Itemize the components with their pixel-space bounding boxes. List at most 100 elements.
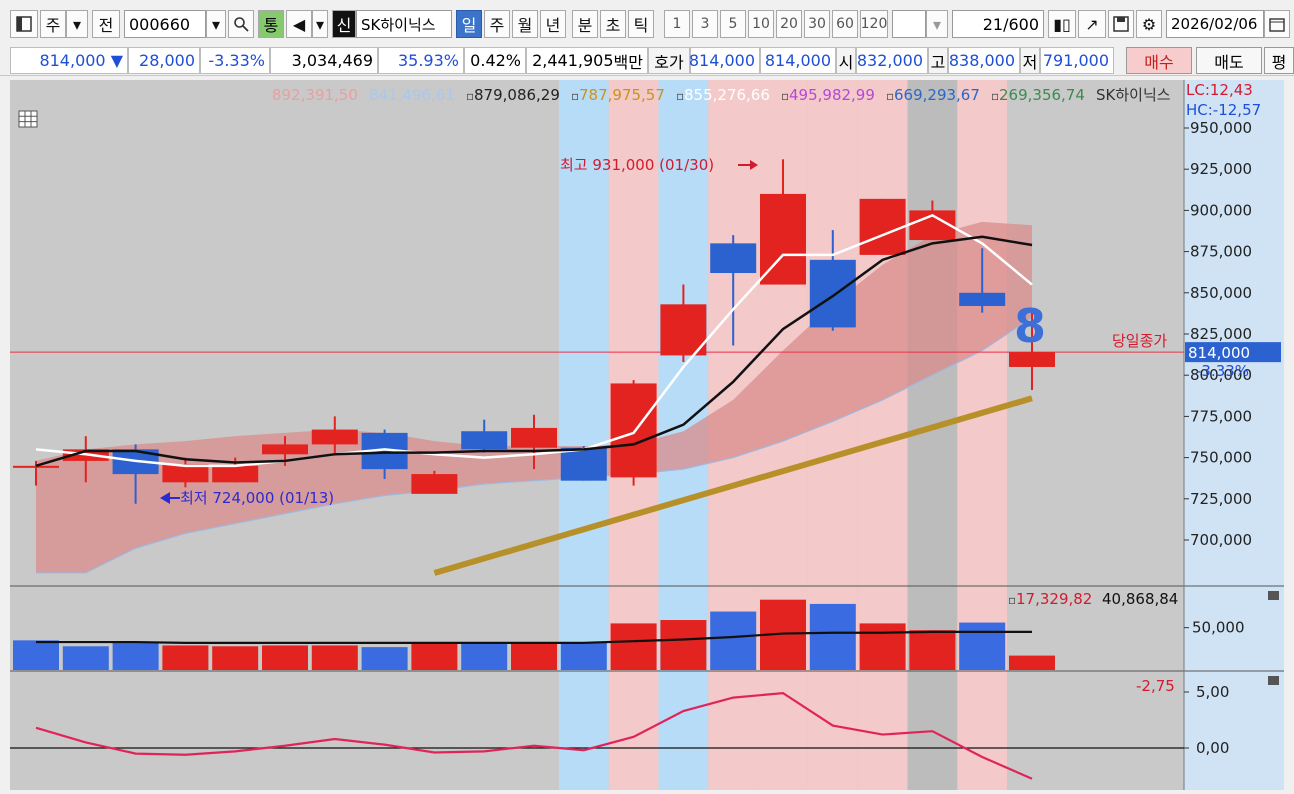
interval-10[interactable]: 10 bbox=[748, 10, 774, 38]
period-dropdown-button[interactable]: ▾ bbox=[66, 10, 88, 38]
volume-bar[interactable] bbox=[112, 642, 159, 670]
credit-badge[interactable]: 신 bbox=[332, 10, 356, 38]
interval-30[interactable]: 30 bbox=[804, 10, 830, 38]
stock-code-input[interactable]: 000660 bbox=[124, 10, 206, 38]
volume-bar[interactable] bbox=[461, 643, 508, 670]
legend-marker: ▫ bbox=[991, 89, 999, 103]
candle-body[interactable] bbox=[511, 427, 557, 448]
candle-body[interactable] bbox=[212, 465, 259, 483]
candle-body[interactable] bbox=[13, 465, 59, 468]
interval-1[interactable]: 1 bbox=[664, 10, 690, 38]
eval-button[interactable]: 평 bbox=[1264, 47, 1294, 74]
interval-20[interactable]: 20 bbox=[776, 10, 802, 38]
change-value: 28,000 bbox=[139, 51, 195, 70]
buy-button[interactable]: 매수 bbox=[1126, 47, 1192, 74]
interval-label: 30 bbox=[808, 16, 826, 32]
volume-bar[interactable] bbox=[1009, 655, 1055, 670]
window-icon[interactable] bbox=[10, 10, 38, 38]
low-label-text: 저 bbox=[1022, 52, 1038, 72]
volume-bar[interactable] bbox=[610, 623, 657, 670]
candle-body[interactable] bbox=[262, 444, 308, 455]
volume-bar[interactable] bbox=[511, 643, 557, 670]
volume-bar[interactable] bbox=[212, 646, 259, 670]
period-select[interactable]: 주 bbox=[40, 10, 66, 38]
candle-body[interactable] bbox=[959, 292, 1006, 306]
volume-bar[interactable] bbox=[909, 630, 956, 670]
volume-bar[interactable] bbox=[311, 645, 358, 670]
calendar-button[interactable] bbox=[1264, 10, 1290, 38]
volume-bar[interactable] bbox=[411, 642, 458, 670]
search-icon bbox=[234, 17, 249, 32]
period-tab-tick[interactable]: 틱 bbox=[628, 10, 654, 38]
volume-bar[interactable] bbox=[62, 646, 109, 670]
grid-icon[interactable] bbox=[18, 110, 38, 128]
candle-body[interactable] bbox=[461, 431, 508, 450]
interval-label: 60 bbox=[836, 16, 854, 32]
interval-120[interactable]: 120 bbox=[860, 10, 888, 38]
pane-close-icon[interactable] bbox=[1268, 676, 1279, 685]
candle-body[interactable] bbox=[809, 259, 856, 328]
candle-body[interactable] bbox=[311, 429, 358, 445]
save-button[interactable] bbox=[1108, 10, 1134, 38]
open-price: 832,000 bbox=[856, 47, 928, 74]
calendar-icon bbox=[1269, 18, 1285, 32]
chart-area[interactable]: 당일종가 892,391,50 841,496,61 ▫ 879,086,29 ▫ 787,… bbox=[10, 80, 1284, 790]
layout-icon bbox=[16, 16, 32, 32]
candle-body[interactable] bbox=[859, 198, 906, 255]
indicator-button[interactable]: ▮▯ bbox=[1048, 10, 1076, 38]
legend-value: SK하이닉스 bbox=[1096, 86, 1171, 104]
open-label-text: 시 bbox=[838, 52, 854, 72]
legend-value: 669,293,67 bbox=[894, 86, 980, 104]
period-tab-week[interactable]: 주 bbox=[484, 10, 510, 38]
period-tab-day[interactable]: 일 bbox=[456, 10, 482, 38]
candle-body[interactable] bbox=[560, 447, 607, 481]
sound-button[interactable]: ◀︎ bbox=[286, 10, 312, 38]
candle-body[interactable] bbox=[710, 243, 757, 274]
volume-bar[interactable] bbox=[162, 645, 209, 670]
interval-custom-input[interactable] bbox=[892, 10, 926, 38]
volume-bar[interactable] bbox=[560, 642, 607, 670]
candle-body[interactable] bbox=[610, 383, 657, 478]
vol-ratio-value: 35.93% bbox=[397, 51, 459, 70]
volume-bar[interactable] bbox=[809, 603, 856, 670]
volume-bar[interactable] bbox=[660, 620, 707, 670]
close-price-tag-label: 814,000 bbox=[1188, 344, 1250, 362]
stock-name-field[interactable]: SK하이닉스 bbox=[356, 10, 452, 38]
interval-dropdown-button[interactable]: ▾ bbox=[926, 10, 948, 38]
stock-chart[interactable]: 당일종가892,391,50 841,496,61 ▫ 879,086,29 ▫ 787,… bbox=[10, 80, 1284, 790]
candle-body[interactable] bbox=[1009, 352, 1055, 367]
volume-bar[interactable] bbox=[959, 622, 1006, 670]
period-tab-second[interactable]: 초 bbox=[600, 10, 626, 38]
low-price: 791,000 bbox=[1040, 47, 1114, 74]
volume-bar[interactable] bbox=[859, 623, 906, 670]
trend-tool-button[interactable]: ↗ bbox=[1078, 10, 1106, 38]
amount-unit: 백만 bbox=[613, 52, 643, 72]
stock-name: SK하이닉스 bbox=[361, 15, 436, 34]
price-tick-label: 700,000 bbox=[1190, 531, 1252, 549]
search-button[interactable] bbox=[228, 10, 254, 38]
period-tab-year[interactable]: 년 bbox=[540, 10, 566, 38]
volume-bar[interactable] bbox=[361, 647, 408, 670]
interval-5[interactable]: 5 bbox=[720, 10, 746, 38]
volume-legend-value: 17,329,82 bbox=[1016, 590, 1092, 608]
high-price: 838,000 bbox=[948, 47, 1020, 74]
type-button[interactable]: 통 bbox=[258, 10, 284, 38]
volume-bar[interactable] bbox=[262, 645, 308, 670]
period-tab-minute[interactable]: 분 bbox=[572, 10, 598, 38]
interval-60[interactable]: 60 bbox=[832, 10, 858, 38]
settings-button[interactable]: ⚙ bbox=[1136, 10, 1162, 38]
prev-label: 전 bbox=[98, 16, 114, 35]
volume-bar[interactable] bbox=[13, 640, 59, 670]
prev-button[interactable]: 전 bbox=[92, 10, 120, 38]
count-input[interactable]: 21/600 bbox=[952, 10, 1044, 38]
volume-bar[interactable] bbox=[710, 611, 757, 670]
pane-close-icon[interactable] bbox=[1268, 591, 1279, 600]
interval-3[interactable]: 3 bbox=[692, 10, 718, 38]
period-tab-month[interactable]: 월 bbox=[512, 10, 538, 38]
candle-body[interactable] bbox=[411, 474, 458, 494]
sell-button[interactable]: 매도 bbox=[1196, 47, 1262, 74]
date-input[interactable]: 2026/02/06 bbox=[1166, 10, 1264, 38]
sound-dropdown-button[interactable]: ▾ bbox=[312, 10, 328, 38]
legend-value: 855,276,66 bbox=[684, 86, 770, 104]
code-dropdown-button[interactable]: ▾ bbox=[206, 10, 226, 38]
